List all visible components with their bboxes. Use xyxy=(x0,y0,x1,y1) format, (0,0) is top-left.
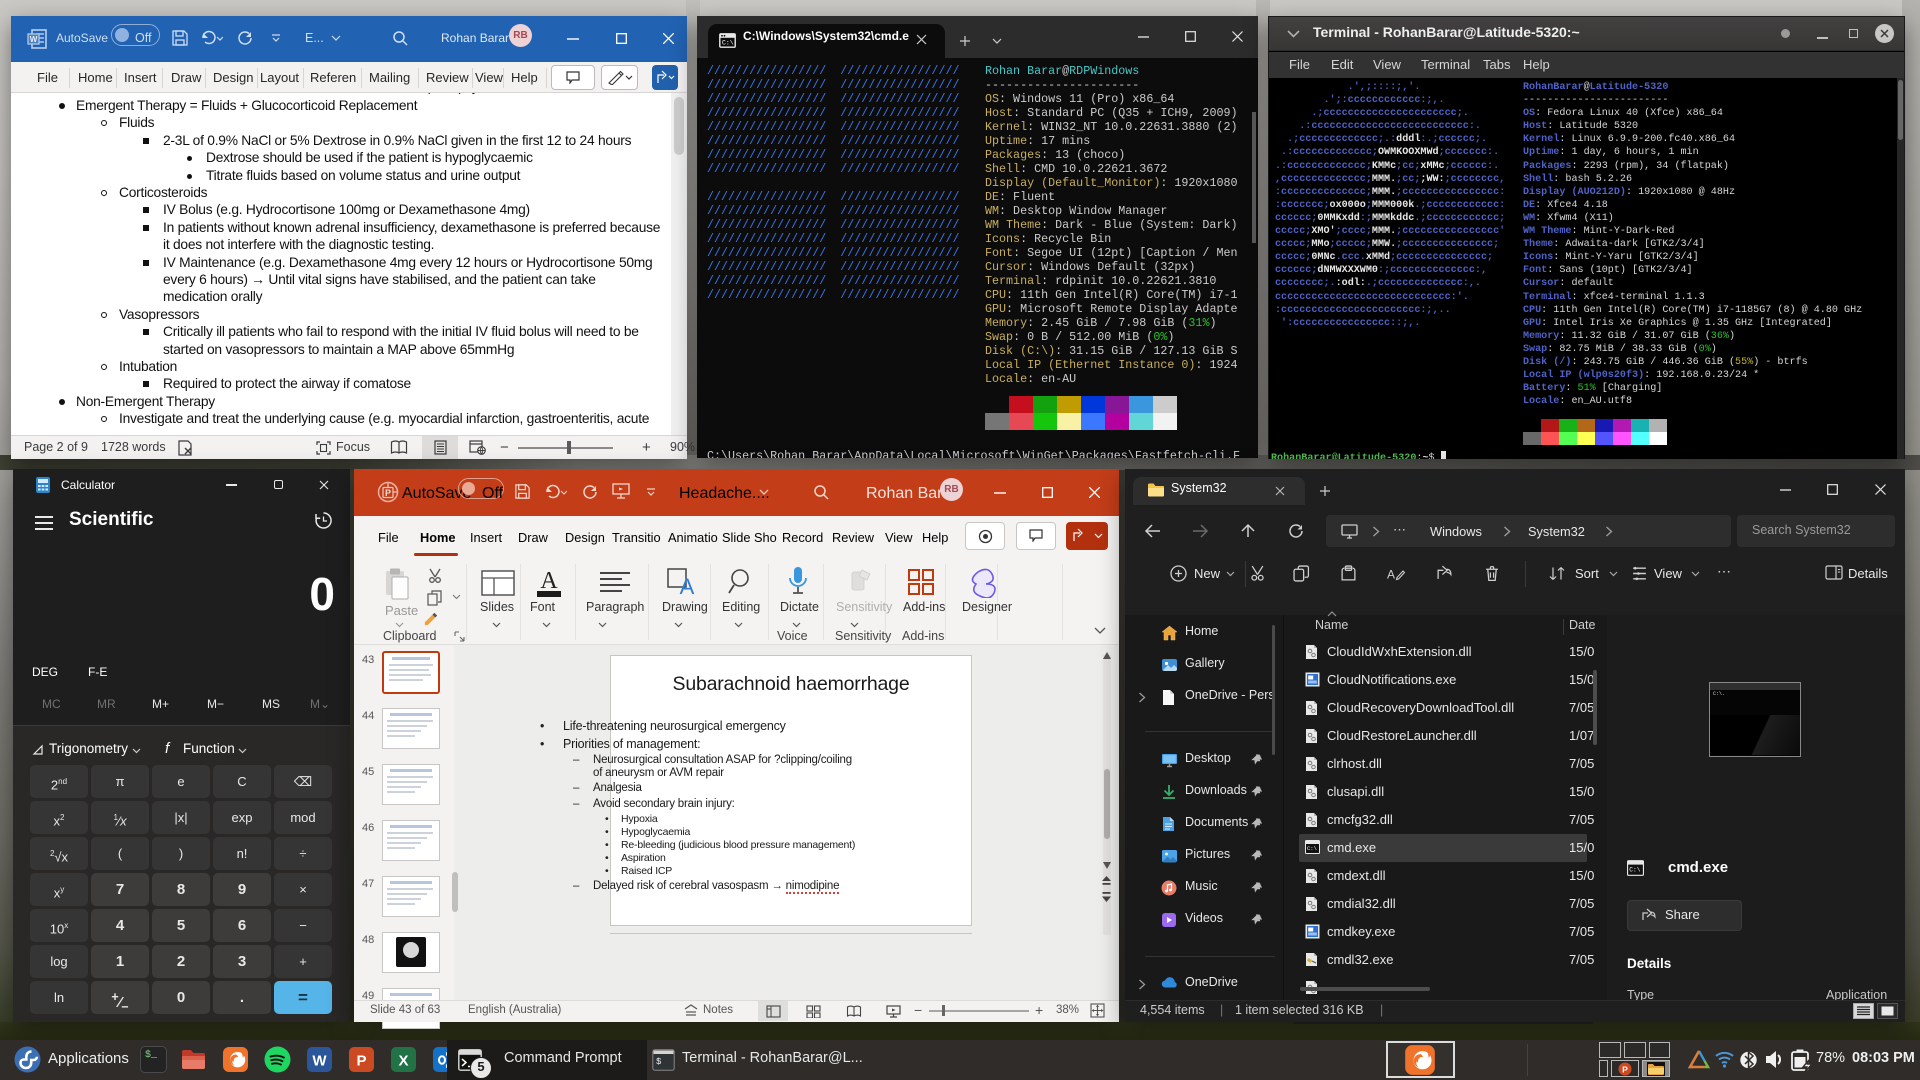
svg-text:A: A xyxy=(540,568,558,594)
svg-text:A: A xyxy=(680,574,695,598)
svg-text:P: P xyxy=(356,1053,366,1070)
svg-text:C:\: C:\ xyxy=(1307,845,1317,852)
svg-text:P: P xyxy=(1622,1065,1628,1075)
svg-text:W: W xyxy=(312,1053,327,1070)
svg-text:C:\: C:\ xyxy=(722,40,734,47)
svg-text:A: A xyxy=(1387,568,1395,582)
svg-text:P: P xyxy=(385,488,391,498)
svg-text:$: $ xyxy=(656,1057,662,1067)
svg-text:X: X xyxy=(398,1053,408,1070)
svg-text:C:\: C:\ xyxy=(1629,866,1640,873)
svg-text:W: W xyxy=(30,35,38,44)
